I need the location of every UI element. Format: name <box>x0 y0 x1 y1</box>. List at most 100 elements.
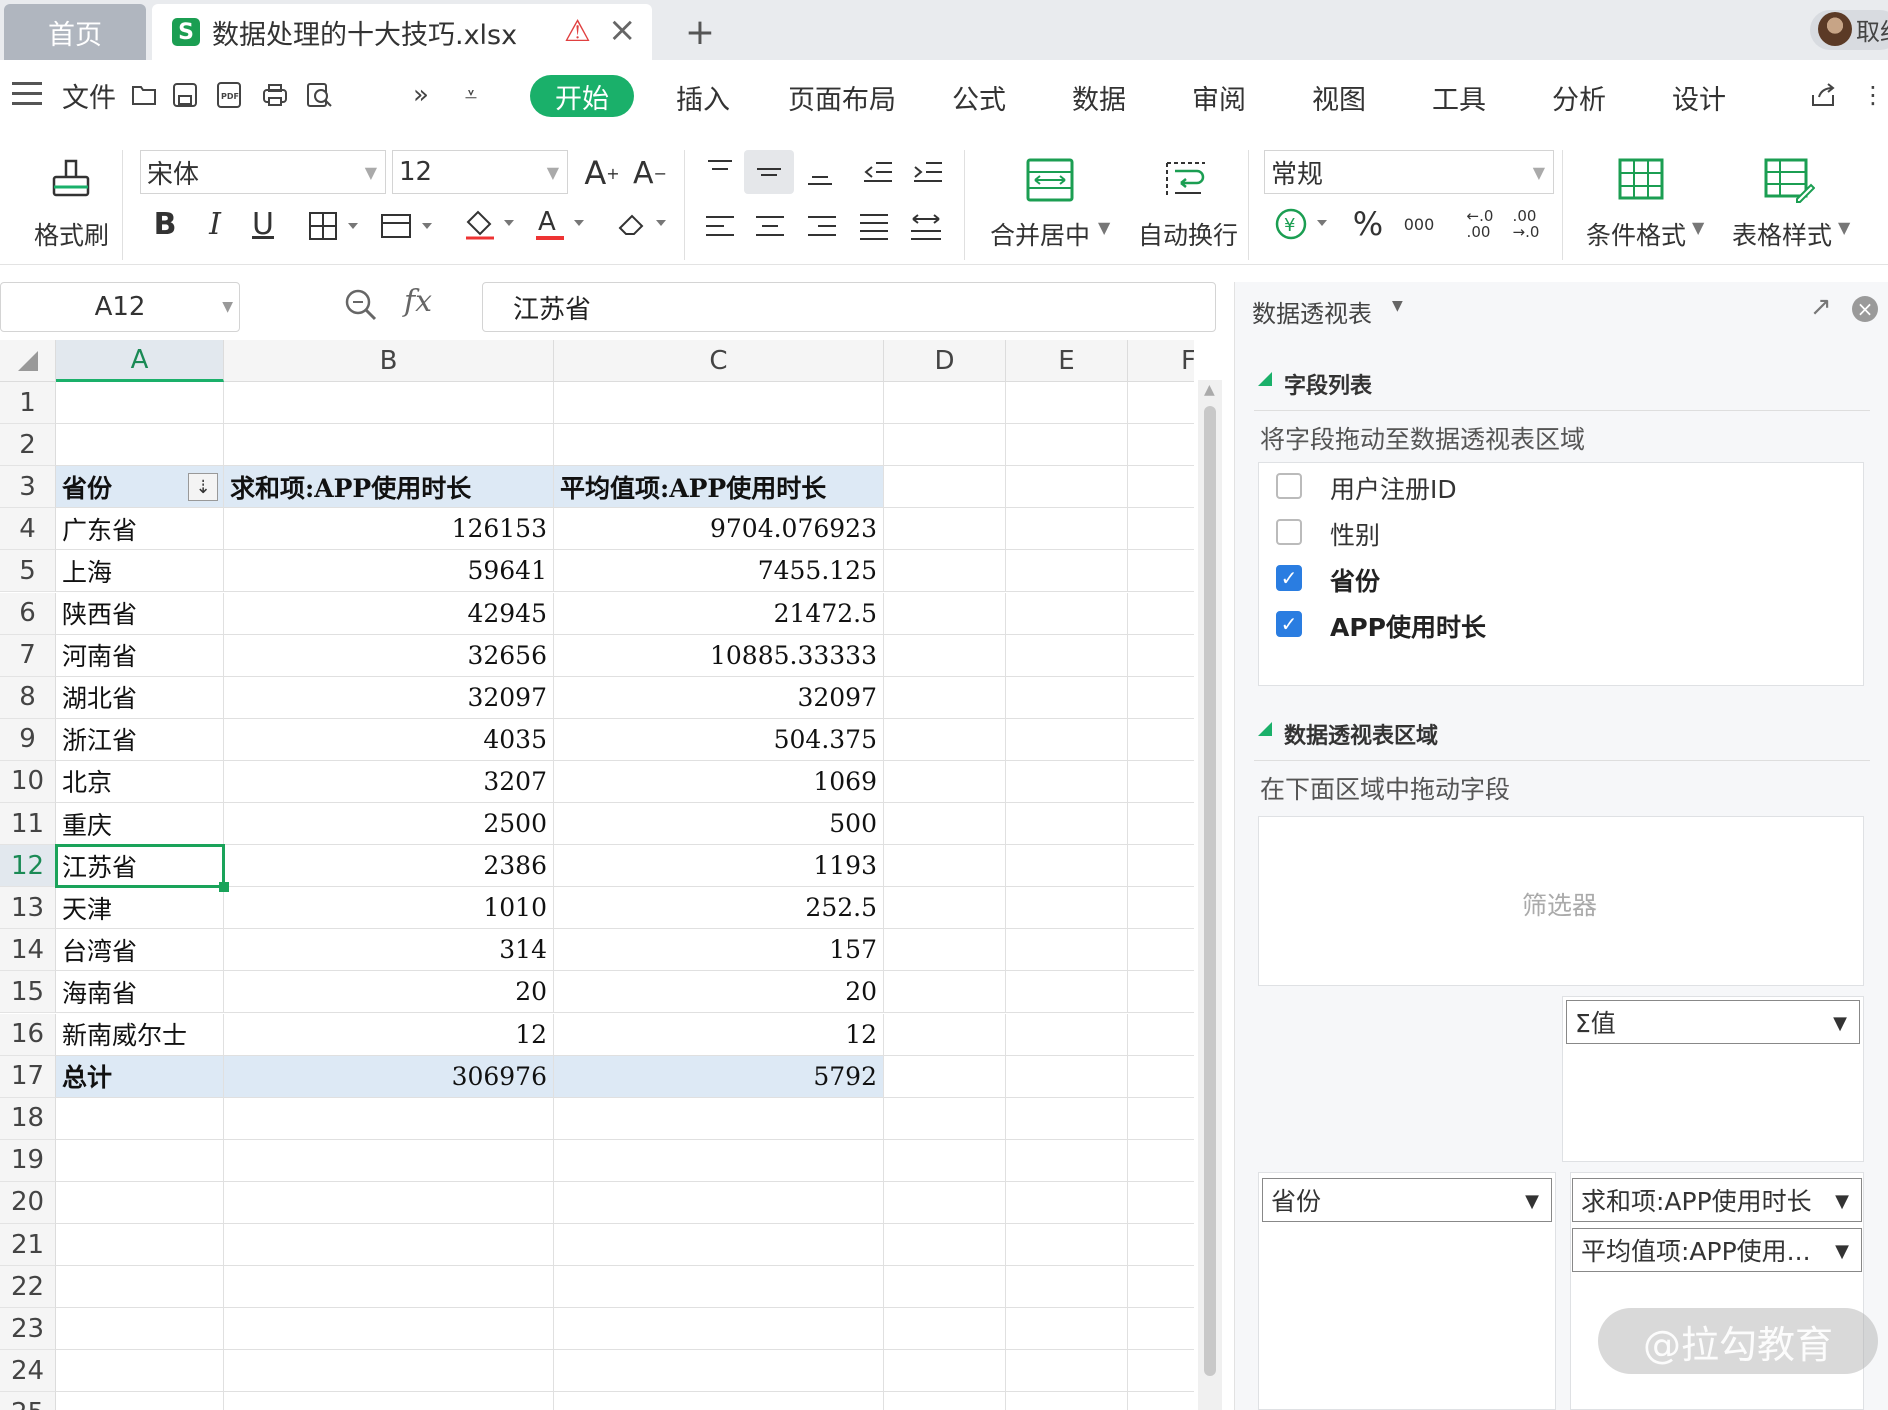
font-size-select[interactable]: 12 ▼ <box>392 150 568 194</box>
formula-input[interactable]: 江苏省 <box>482 282 1216 332</box>
table-style-label[interactable]: 表格样式 <box>1732 216 1832 252</box>
decrease-indent-icon[interactable] <box>858 152 898 192</box>
tab-analyze[interactable]: 分析 <box>1552 78 1606 117</box>
distributed-align-icon[interactable] <box>906 206 946 246</box>
cell[interactable] <box>884 887 1006 930</box>
row-header[interactable]: 25 <box>0 1392 56 1410</box>
column-header-f[interactable]: F <box>1128 340 1194 382</box>
cell[interactable] <box>884 971 1006 1014</box>
cell[interactable] <box>56 1266 224 1309</box>
format-painter-icon[interactable] <box>46 154 96 208</box>
merge-center-label[interactable]: 合并居中 <box>990 216 1090 252</box>
cell[interactable] <box>1006 466 1128 509</box>
chevron-down-icon[interactable]: ▼ <box>1098 218 1110 237</box>
cell[interactable] <box>1006 1224 1128 1266</box>
pivot-value-cell[interactable]: 32656 <box>224 634 554 677</box>
cell[interactable] <box>1006 1308 1128 1351</box>
cell[interactable] <box>1128 1098 1194 1140</box>
column-header-e[interactable]: E <box>1006 340 1128 382</box>
pivot-row-label[interactable]: 上海 <box>56 550 224 593</box>
row-header[interactable]: 11 <box>0 803 56 845</box>
cell[interactable] <box>884 845 1006 888</box>
row-header[interactable]: 1 <box>0 382 56 424</box>
values-field-dropdown[interactable]: 求和项:APP使用时长 ▼ <box>1572 1178 1862 1222</box>
cell[interactable] <box>884 718 1006 761</box>
fill-handle[interactable] <box>219 882 229 893</box>
function-icon[interactable]: fx <box>404 284 432 319</box>
cell[interactable] <box>1128 635 1194 677</box>
cell[interactable] <box>554 1266 884 1309</box>
tab-home[interactable]: 首页 <box>4 4 146 60</box>
cell[interactable] <box>1128 593 1194 635</box>
pivot-row-label[interactable]: 河南省 <box>56 634 224 677</box>
increase-decimal-icon[interactable]: ←.0 .00 <box>1460 204 1500 244</box>
tab-tools[interactable]: 工具 <box>1432 78 1486 117</box>
pivot-header-cell[interactable]: 平均值项:APP使用时长 <box>554 466 884 509</box>
cell[interactable] <box>884 676 1006 719</box>
pivot-value-cell[interactable]: 504.375 <box>554 718 884 761</box>
clear-format-icon[interactable] <box>612 204 672 244</box>
row-header[interactable]: 12 <box>0 845 56 888</box>
rows-field-dropdown[interactable]: 省份 ▼ <box>1262 1178 1552 1222</box>
pivot-row-label[interactable]: 江苏省 <box>56 845 224 888</box>
select-all-corner[interactable] <box>0 340 56 382</box>
conditional-format-icon[interactable] <box>1616 156 1666 202</box>
cell[interactable] <box>1006 1013 1128 1056</box>
columns-field-dropdown[interactable]: Σ值 ▼ <box>1566 1000 1860 1044</box>
cell[interactable] <box>56 1392 224 1410</box>
chevron-down-icon[interactable]: ▼ <box>1692 218 1704 237</box>
cell[interactable] <box>884 508 1006 551</box>
pivot-value-cell[interactable]: 2500 <box>224 803 554 845</box>
folder-open-icon[interactable] <box>128 78 162 112</box>
cell[interactable] <box>1128 677 1194 719</box>
column-header-b[interactable]: B <box>224 340 554 382</box>
number-format-select[interactable]: 常规 ▼ <box>1264 150 1554 194</box>
cell[interactable] <box>554 1139 884 1182</box>
cell[interactable] <box>56 1224 224 1266</box>
decrease-decimal-icon[interactable]: .00 →.0 <box>1506 204 1546 244</box>
row-header[interactable]: 22 <box>0 1266 56 1309</box>
cell[interactable] <box>1128 1266 1194 1309</box>
cell[interactable] <box>884 550 1006 593</box>
cell[interactable] <box>56 1308 224 1351</box>
cell[interactable] <box>1128 845 1194 888</box>
pivot-value-cell[interactable]: 1193 <box>554 845 884 888</box>
checkbox-province[interactable]: ✓ <box>1276 565 1302 591</box>
pivot-value-cell[interactable]: 42945 <box>224 592 554 635</box>
pivot-value-cell[interactable]: 1069 <box>554 760 884 803</box>
values-field-dropdown[interactable]: 平均值项:APP使用... ▼ <box>1572 1228 1862 1272</box>
column-header-d[interactable]: D <box>884 340 1006 382</box>
align-top-icon[interactable] <box>700 152 740 192</box>
cell[interactable] <box>1128 929 1194 972</box>
conditional-format-label[interactable]: 条件格式 <box>1586 216 1686 252</box>
pivot-value-cell[interactable]: 2386 <box>224 845 554 888</box>
cell[interactable] <box>884 424 1006 467</box>
column-header-c[interactable]: C <box>554 340 884 382</box>
cell[interactable] <box>1006 1139 1128 1182</box>
cell[interactable] <box>224 1139 554 1182</box>
cell[interactable] <box>554 424 884 467</box>
cell[interactable] <box>1128 719 1194 761</box>
merge-center-icon[interactable] <box>1022 154 1078 206</box>
cell[interactable] <box>884 634 1006 677</box>
pivot-row-label[interactable]: 台湾省 <box>56 929 224 972</box>
cell-style-icon[interactable] <box>378 208 438 244</box>
cell[interactable] <box>1006 634 1128 677</box>
export-pdf-icon[interactable]: PDF <box>212 78 246 112</box>
cell[interactable] <box>1128 1056 1194 1098</box>
percent-icon[interactable]: % <box>1348 204 1388 244</box>
format-painter-label[interactable]: 格式刷 <box>34 216 109 252</box>
more-options-icon[interactable]: ⋮ <box>1856 78 1888 112</box>
cell[interactable] <box>554 1392 884 1410</box>
tab-view[interactable]: 视图 <box>1312 78 1366 117</box>
row-header[interactable]: 18 <box>0 1097 56 1140</box>
pivot-value-cell[interactable]: 59641 <box>224 550 554 593</box>
row-header[interactable]: 13 <box>0 887 56 930</box>
cell[interactable] <box>554 1308 884 1351</box>
cell[interactable] <box>1128 1182 1194 1224</box>
borders-icon[interactable] <box>306 208 366 244</box>
field-user-id[interactable]: 用户注册ID <box>1330 470 1457 506</box>
cell[interactable] <box>884 1055 1006 1098</box>
align-left-icon[interactable] <box>700 206 740 246</box>
cell[interactable] <box>1006 1181 1128 1224</box>
